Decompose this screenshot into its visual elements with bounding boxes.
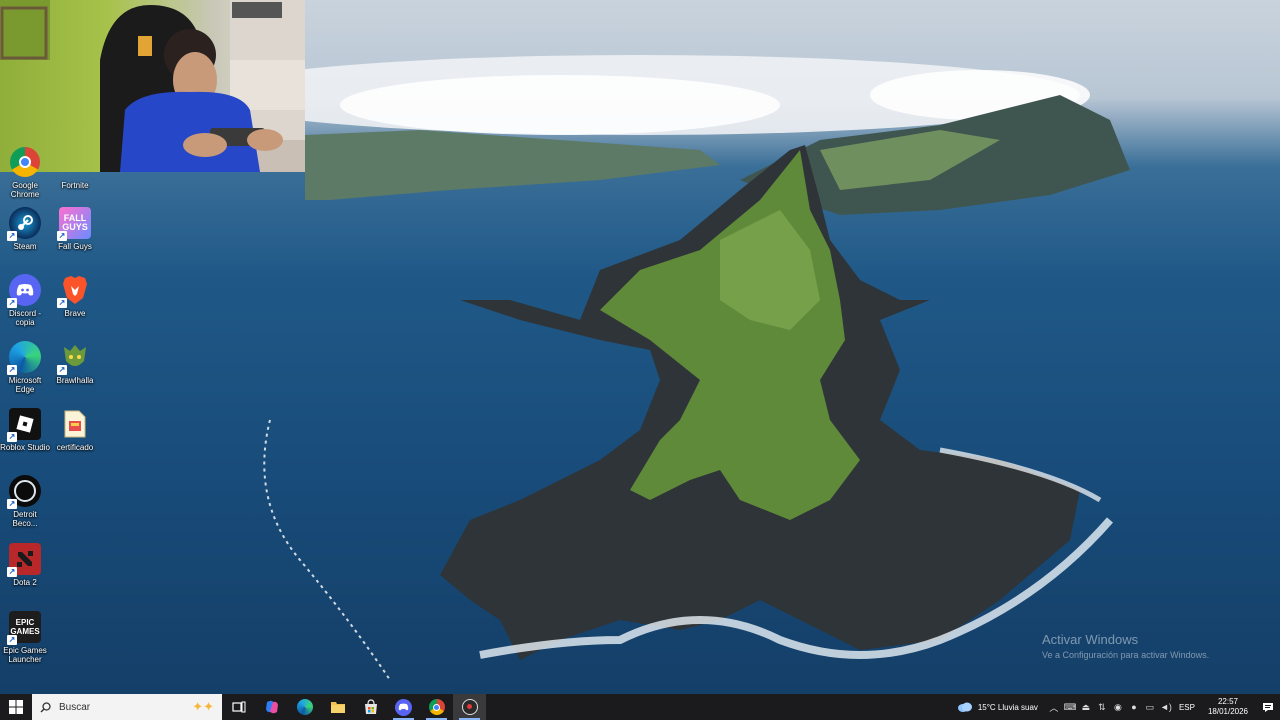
desktop-icon-brawlhalla[interactable]: ↗ Brawlhalla bbox=[50, 341, 100, 385]
store-icon bbox=[364, 699, 377, 714]
recorder-icon bbox=[461, 699, 478, 715]
desktop-icon-label: Brave bbox=[64, 309, 86, 318]
brawlhalla-icon: ↗ bbox=[57, 341, 91, 375]
taskbar: Buscar ✦✦ 15°C Lluvia suav ︿ ⌨ ⏏ ⇅ ◉ ● ▭… bbox=[0, 694, 1280, 720]
network-activity-icon[interactable]: ⇅ bbox=[1094, 702, 1110, 713]
desktop-icon-label: Dota 2 bbox=[13, 578, 37, 587]
desktop-icon-label: Google Chrome bbox=[10, 181, 40, 199]
edge-icon bbox=[296, 699, 313, 715]
taskbar-edge[interactable] bbox=[288, 694, 321, 720]
chrome-icon bbox=[428, 699, 445, 715]
clock-time: 22:57 bbox=[1217, 697, 1238, 706]
desktop-icon-label: Discord - copia bbox=[8, 309, 41, 327]
rain-cloud-icon bbox=[957, 702, 972, 712]
watermark-title: Activar Windows bbox=[1042, 632, 1139, 647]
taskbar-clock[interactable]: 22:57 18/01/2026 bbox=[1200, 697, 1256, 717]
taskbar-task-view[interactable] bbox=[222, 694, 255, 720]
desktop-icon-label: Brawlhalla bbox=[56, 376, 94, 385]
desktop-icon-label: Fortnite bbox=[61, 181, 89, 190]
taskbar-file-explorer[interactable] bbox=[321, 694, 354, 720]
keyboard-icon[interactable]: ⌨ bbox=[1062, 702, 1078, 713]
desktop-icon-steam[interactable]: ↗ Steam bbox=[0, 207, 50, 251]
desktop-icon-label: Detroit Beco... bbox=[12, 510, 38, 528]
fortnite-icon bbox=[59, 146, 91, 178]
dota2-icon: ↗ bbox=[7, 543, 41, 577]
desktop-icon-label: Steam bbox=[13, 242, 37, 251]
copilot-icon bbox=[265, 700, 278, 714]
taskbar-recorder[interactable] bbox=[453, 694, 486, 720]
watermark-subtitle: Ve a Configuración para activar Windows. bbox=[1042, 650, 1210, 660]
taskbar-store[interactable] bbox=[354, 694, 387, 720]
notification-icon bbox=[1263, 702, 1273, 712]
activate-windows-watermark: Activar Windows Ve a Configuración para … bbox=[1042, 632, 1209, 660]
search-highlight-icon: ✦✦ bbox=[192, 699, 214, 714]
document-icon bbox=[59, 408, 91, 440]
chrome-icon bbox=[9, 146, 41, 178]
network-icon[interactable]: ▭ bbox=[1142, 702, 1158, 713]
desktop-icon-detroit[interactable]: ↗ Detroit Beco... bbox=[0, 475, 50, 528]
desktop-icon-chrome[interactable]: Google Chrome bbox=[0, 146, 50, 199]
detroit-icon: ↗ bbox=[7, 475, 41, 509]
edge-icon: ↗ bbox=[7, 341, 41, 375]
desktop-icon-label: Fall Guys bbox=[58, 242, 92, 251]
taskbar-chrome[interactable] bbox=[420, 694, 453, 720]
system-tray: 15°C Lluvia suav ︿ ⌨ ⏏ ⇅ ◉ ● ▭ ◄) ESP 22… bbox=[949, 694, 1280, 720]
epic-games-icon: EPIC GAMES ↗ bbox=[7, 611, 41, 645]
search-icon bbox=[40, 701, 51, 712]
fall-guys-icon: FALL GUYS ↗ bbox=[57, 207, 91, 241]
steam-icon: ↗ bbox=[7, 207, 41, 241]
windows-logo-icon bbox=[9, 700, 23, 714]
clock-date: 18/01/2026 bbox=[1207, 707, 1248, 716]
weather-widget[interactable]: 15°C Lluvia suav bbox=[949, 702, 1046, 713]
brave-icon: ↗ bbox=[57, 274, 91, 308]
desktop-icon-dota2[interactable]: ↗ Dota 2 bbox=[0, 543, 50, 587]
discord-icon: ↗ bbox=[7, 274, 41, 308]
search-placeholder: Buscar bbox=[59, 701, 91, 713]
desktop-icon-label: Microsoft Edge bbox=[8, 376, 42, 394]
show-hidden-icons-chevron-icon[interactable]: ︿ bbox=[1046, 701, 1062, 714]
task-view-icon bbox=[231, 701, 245, 713]
roblox-studio-icon: ↗ bbox=[7, 408, 41, 442]
desktop-icon-fall-guys[interactable]: FALL GUYS ↗ Fall Guys bbox=[50, 207, 100, 251]
microphone-icon[interactable]: ● bbox=[1126, 702, 1142, 712]
desktop-icon-fortnite[interactable]: Fortnite bbox=[50, 146, 100, 190]
input-language-indicator[interactable]: ESP bbox=[1174, 703, 1200, 712]
notification-center-button[interactable] bbox=[1256, 702, 1280, 713]
desktop-icon-roblox-studio[interactable]: ↗ Roblox Studio bbox=[0, 408, 50, 452]
desktop-icon-edge[interactable]: ↗ Microsoft Edge bbox=[0, 341, 50, 394]
weather-text: 15°C Lluvia suav bbox=[977, 702, 1038, 712]
file-explorer-icon bbox=[330, 702, 345, 713]
desktop-icon-certificado[interactable]: certificado bbox=[50, 408, 100, 452]
desktop-icon-label: certificado bbox=[56, 443, 94, 452]
usb-icon[interactable]: ⏏ bbox=[1078, 702, 1094, 713]
desktop-icon-brave[interactable]: ↗ Brave bbox=[50, 274, 100, 318]
discord-icon bbox=[395, 698, 412, 716]
taskbar-copilot[interactable] bbox=[255, 694, 288, 720]
start-button[interactable] bbox=[0, 694, 32, 720]
desktop-icon-label: Epic Games Launcher bbox=[3, 646, 47, 664]
volume-icon[interactable]: ◄) bbox=[1158, 702, 1174, 712]
camera-icon[interactable]: ◉ bbox=[1110, 702, 1126, 713]
desktop-icon-discord[interactable]: ↗ Discord - copia bbox=[0, 274, 50, 327]
taskbar-search-box[interactable]: Buscar ✦✦ bbox=[32, 694, 222, 720]
desktop-icon-label: Roblox Studio bbox=[0, 443, 50, 452]
taskbar-discord[interactable] bbox=[387, 694, 420, 720]
desktop-icon-epic-games[interactable]: EPIC GAMES ↗ Epic Games Launcher bbox=[0, 611, 50, 664]
